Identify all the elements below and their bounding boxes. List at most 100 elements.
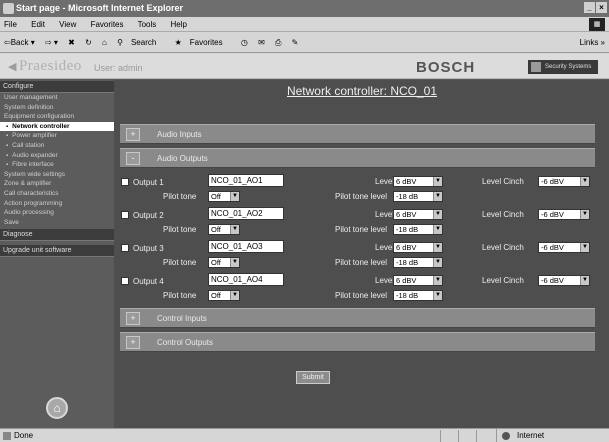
sidebar-item-network-controller[interactable]: Network controller (0, 121, 114, 132)
sidebar-configure[interactable]: Configure (0, 81, 114, 93)
menu-edit[interactable]: Edit (31, 20, 45, 29)
sidebar-item-call-characteristics[interactable]: Call characteristics (0, 189, 114, 199)
favorites-button[interactable]: ★ Favorites (175, 38, 231, 47)
output-4-level-cinch-select[interactable]: -6 dBV ▼ (538, 275, 590, 286)
home-icon[interactable]: ⌂ (102, 38, 107, 47)
select-value: -18 dB (396, 291, 419, 300)
security-zone: Internet (496, 429, 609, 442)
expand-toggle[interactable]: + (126, 128, 140, 141)
menu-help[interactable]: Help (171, 20, 187, 29)
chevron-down-icon: ▼ (230, 192, 239, 201)
pilot-tone-level-label: Pilot tone level (335, 291, 388, 300)
search-button[interactable]: ⚲ Search (117, 38, 164, 47)
sidebar-item-system-definition[interactable]: System definition (0, 103, 114, 113)
output-4-pilot-tone-select[interactable]: Off ▼ (208, 290, 240, 301)
output-2-name-field[interactable]: NCO_01_AO2 (208, 207, 284, 220)
praesideo-logo: ◀ Praesideo (8, 58, 82, 75)
output-1-level-cinch-select[interactable]: -6 dBV ▼ (538, 176, 590, 187)
menu-view[interactable]: View (59, 20, 76, 29)
forward-button[interactable]: ⇨ ▾ (45, 38, 58, 47)
menu-file[interactable]: File (4, 20, 17, 29)
output-2-pilot-tone-level-select[interactable]: -18 dB ▼ (393, 224, 443, 235)
chevron-down-icon: ▼ (580, 276, 589, 285)
output-2-level-xlr-select[interactable]: 6 dBV ▼ (393, 209, 443, 220)
output-1-pilot-tone-select[interactable]: Off ▼ (208, 191, 240, 202)
user-label: User: admin (94, 63, 143, 73)
sidebar-item-call-station[interactable]: Call station (0, 141, 114, 151)
print-icon[interactable]: ⎙ (275, 38, 281, 47)
history-icon[interactable]: ◷ (241, 38, 248, 47)
sidebar-item-system-wide-settings[interactable]: System wide settings (0, 170, 114, 180)
minimize-button[interactable]: _ (584, 2, 595, 13)
chevron-down-icon: ▼ (230, 225, 239, 234)
mail-icon[interactable]: ✉ (258, 38, 265, 47)
close-button[interactable]: × (596, 2, 607, 13)
chevron-down-icon: ▼ (230, 291, 239, 300)
select-value: 6 dBV (396, 243, 417, 252)
back-button[interactable]: ⇦Back ▾ (4, 38, 35, 47)
select-value: -6 dBV (541, 276, 564, 285)
sidebar-item-save[interactable]: Save (0, 218, 114, 228)
window-title: Start page - Microsoft Internet Explorer (16, 3, 184, 13)
output-3-level-cinch-select[interactable]: -6 dBV ▼ (538, 242, 590, 253)
logo-text: Praesideo (18, 58, 82, 74)
pilot-tone-label: Pilot tone (163, 258, 197, 267)
sidebar-item-audio-processing[interactable]: Audio processing (0, 208, 114, 218)
favorites-label: Favorites (189, 38, 223, 47)
sidebar-item-action-programming[interactable]: Action programming (0, 199, 114, 209)
output-1-level-xlr-select[interactable]: 6 dBV ▼ (393, 176, 443, 187)
output-3-level-xlr-select[interactable]: 6 dBV ▼ (393, 242, 443, 253)
menu-favorites[interactable]: Favorites (91, 20, 124, 29)
stop-icon[interactable]: ✖ (68, 38, 75, 47)
output-1-name-field[interactable]: NCO_01_AO1 (208, 174, 284, 187)
sidebar-item-fibre-interface[interactable]: Fibre interface (0, 160, 114, 170)
chevron-down-icon: ▼ (433, 291, 442, 300)
output-2-checkbox[interactable] (121, 211, 129, 219)
output-4-name-field[interactable]: NCO_01_AO4 (208, 273, 284, 286)
links-button[interactable]: Links » (580, 32, 605, 53)
output-4-level-xlr-select[interactable]: 6 dBV ▼ (393, 275, 443, 286)
output-pilot-row: Pilot tone Off ▼ Pilot tone level -18 dB ▼ (120, 190, 595, 207)
output-2-level-cinch-select[interactable]: -6 dBV ▼ (538, 209, 590, 220)
sidebar-item-power-amplifier[interactable]: Power amplifier (0, 131, 114, 141)
output-3-name-field[interactable]: NCO_01_AO3 (208, 240, 284, 253)
output-3-pilot-tone-select[interactable]: Off ▼ (208, 257, 240, 268)
sidebar-diagnose[interactable]: Diagnose (0, 229, 114, 242)
level-cinch-label: Level Cinch (482, 177, 524, 186)
sidebar-item-zone-amplifier[interactable]: Zone & amplifier (0, 179, 114, 189)
output-1-checkbox[interactable] (121, 178, 129, 186)
section-control-outputs[interactable]: + Control Outputs (120, 332, 595, 352)
output-4-pilot-tone-level-select[interactable]: -18 dB ▼ (393, 290, 443, 301)
submit-button[interactable]: Submit (296, 371, 330, 384)
home-icon[interactable]: ⌂ (46, 397, 68, 419)
output-3-checkbox[interactable] (121, 244, 129, 252)
output-row: Output 4 NCO_01_AO4 Level XLR 6 dBV▼ Lev… (120, 272, 595, 289)
sidebar-item-audio-expander[interactable]: Audio expander (0, 151, 114, 161)
browser-window: Start page - Microsoft Internet Explorer… (0, 0, 609, 442)
refresh-icon[interactable]: ↻ (85, 38, 92, 47)
select-value: 6 dBV (396, 276, 417, 285)
edit-icon[interactable]: ✎ (292, 38, 299, 47)
select-value: Off (211, 225, 221, 234)
output-2-pilot-tone-select[interactable]: Off ▼ (208, 224, 240, 235)
chevron-down-icon: ▼ (433, 258, 442, 267)
section-control-inputs[interactable]: + Control Inputs (120, 308, 595, 328)
expand-toggle[interactable]: + (126, 312, 140, 325)
select-value: -18 dB (396, 258, 419, 267)
sidebar-item-user-management[interactable]: User management (0, 93, 114, 103)
sidebar-upgrade-unit-software[interactable]: Upgrade unit software (0, 245, 114, 258)
pilot-tone-level-label: Pilot tone level (335, 258, 388, 267)
menu-tools[interactable]: Tools (138, 20, 157, 29)
output-1-pilot-tone-level-select[interactable]: -18 dB ▼ (393, 191, 443, 202)
output-3-pilot-tone-level-select[interactable]: -18 dB ▼ (393, 257, 443, 268)
output-4-checkbox[interactable] (121, 277, 129, 285)
windows-logo-icon: ▦ (589, 18, 605, 31)
section-audio-outputs[interactable]: - Audio Outputs (120, 148, 595, 168)
output-pilot-row: Pilot tone Off ▼ Pilot tone level -18 dB ▼ (120, 223, 595, 240)
select-value: 6 dBV (396, 210, 417, 219)
sidebar-item-equipment-configuration[interactable]: Equipment configuration (0, 112, 114, 122)
collapse-toggle[interactable]: - (126, 152, 140, 165)
pilot-tone-label: Pilot tone (163, 291, 197, 300)
expand-toggle[interactable]: + (126, 336, 140, 349)
section-audio-inputs[interactable]: + Audio Inputs (120, 124, 595, 144)
